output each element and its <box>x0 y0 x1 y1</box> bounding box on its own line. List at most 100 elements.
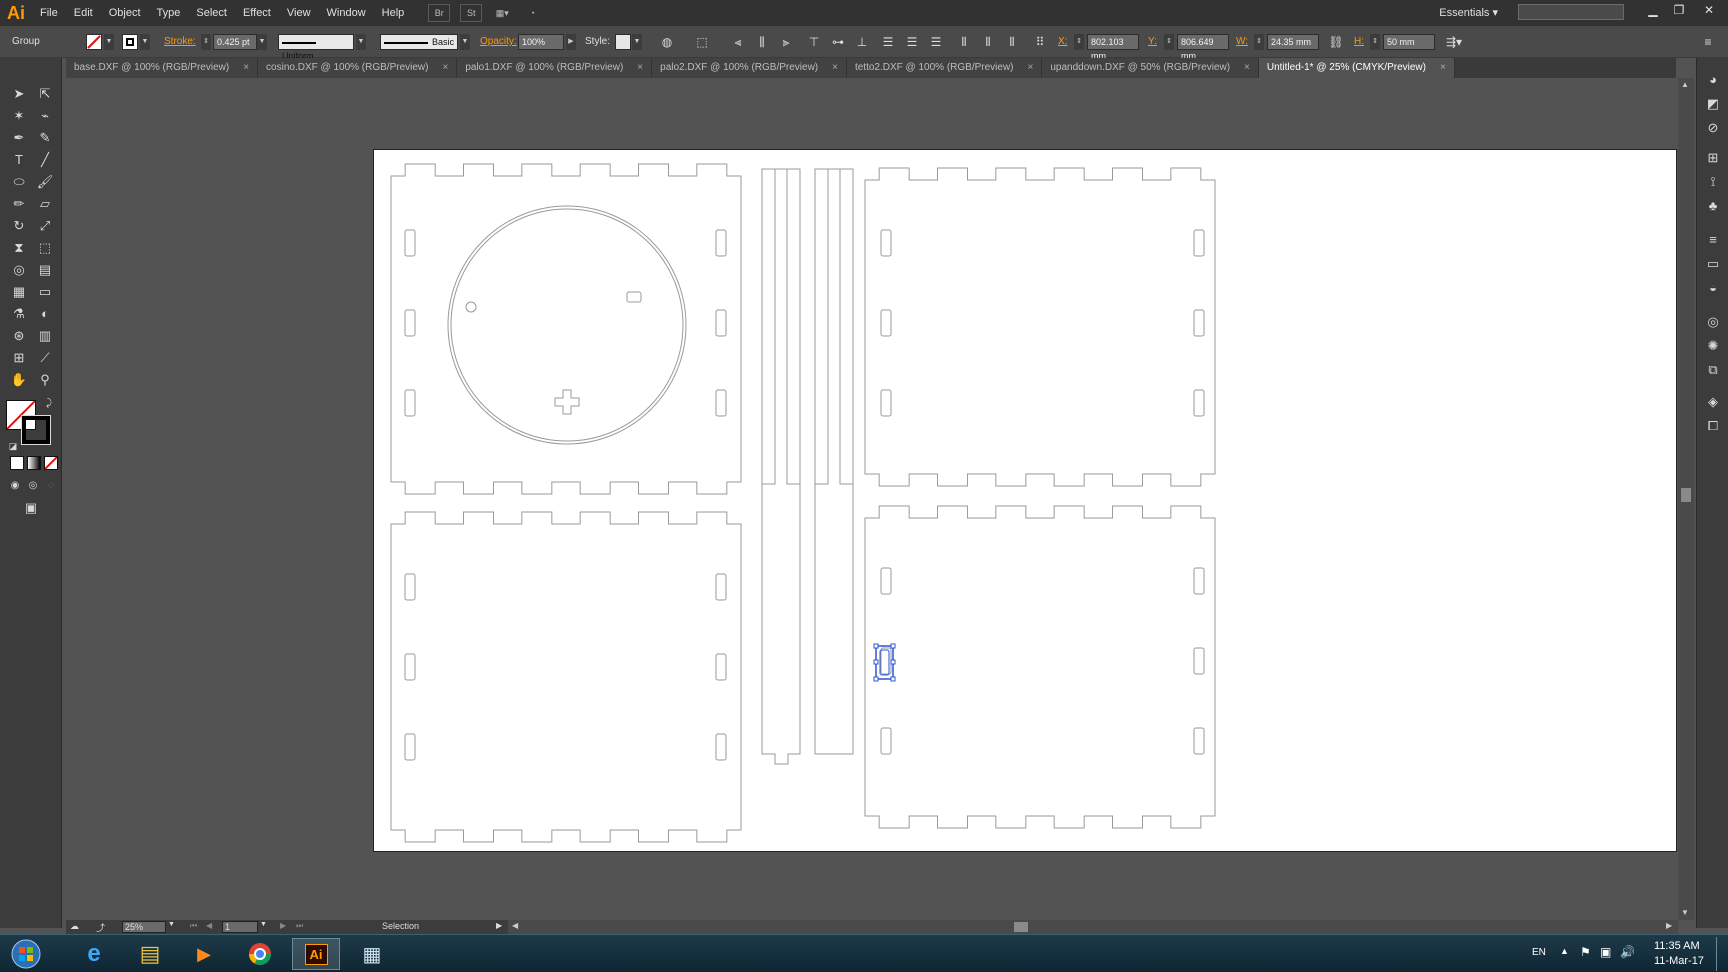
brushes-panel-icon[interactable]: ⟟ <box>1703 172 1723 192</box>
strip-5[interactable] <box>761 168 801 765</box>
style-dropdown[interactable]: ▼ <box>632 34 642 50</box>
rotate-tool-icon[interactable]: ↻ <box>8 216 30 236</box>
align-to-icon[interactable]: ⬚ <box>694 34 710 50</box>
graphic-style-swatch[interactable] <box>615 34 631 50</box>
artboard-dropdown[interactable]: ▼ <box>260 921 267 928</box>
graphic-styles-panel-icon[interactable]: ✺ <box>1703 336 1723 356</box>
panel-top-right[interactable] <box>864 167 1216 487</box>
zoom-dropdown[interactable]: ▼ <box>168 921 175 928</box>
none-mode-icon[interactable] <box>44 456 58 470</box>
w-label[interactable]: W: <box>1236 26 1248 58</box>
menu-select[interactable]: Select <box>188 0 235 26</box>
scroll-left-icon[interactable]: ◀ <box>512 921 518 930</box>
scroll-up-icon[interactable]: ▲ <box>1681 80 1689 89</box>
tab-close-icon[interactable]: × <box>1244 58 1250 78</box>
tab-close-icon[interactable]: × <box>1440 58 1446 78</box>
selection-handle[interactable] <box>873 643 879 649</box>
menu-edit[interactable]: Edit <box>66 0 101 26</box>
swatches-panel-icon[interactable]: ⊞ <box>1703 148 1723 168</box>
color-panel-icon[interactable]: ◕ <box>1703 70 1723 90</box>
stroke-weight-field[interactable]: 0.425 pt <box>213 34 257 50</box>
show-hidden-icons-icon[interactable]: ▲ <box>1560 946 1569 956</box>
stroke-color-box[interactable] <box>21 415 51 445</box>
tab-palo1[interactable]: palo1.DXF @ 100% (RGB/Preview) × <box>457 58 653 78</box>
curvature-tool-icon[interactable]: ✎ <box>34 128 56 148</box>
x-stepper[interactable]: ⇕ <box>1074 34 1084 50</box>
slice-tool-icon[interactable]: ⟋ <box>34 348 56 368</box>
tab-base[interactable]: base.DXF @ 100% (RGB/Preview) × <box>66 58 259 78</box>
align-middle-icon[interactable]: ⊶ <box>830 34 846 50</box>
first-artboard-icon[interactable]: ⏮ <box>190 921 197 931</box>
artboard-tool-icon[interactable]: ⊞ <box>8 348 30 368</box>
fill-swatch[interactable] <box>86 34 102 50</box>
distribute-top-icon[interactable]: ☰ <box>880 34 896 50</box>
y-field[interactable]: 806.649 mm <box>1177 34 1229 61</box>
hand-tool-icon[interactable]: ✋ <box>8 370 30 390</box>
default-colors-icon[interactable]: ◪ <box>2 436 24 456</box>
tab-close-icon[interactable]: × <box>637 58 643 78</box>
workspace-switcher[interactable]: Essentials ▾ <box>1439 0 1498 26</box>
stroke-label[interactable]: Stroke: <box>164 26 196 58</box>
selection-handle[interactable] <box>890 659 896 665</box>
cloud-sync-icon[interactable]: ☁ <box>70 921 79 932</box>
opacity-slider-toggle[interactable]: ▶ <box>566 34 576 50</box>
next-artboard-icon[interactable]: ▶ <box>280 921 286 930</box>
clock-date[interactable]: 11-Mar-17 <box>1654 955 1704 967</box>
type-tool-icon[interactable]: T <box>8 150 30 170</box>
free-transform-tool-icon[interactable]: ⬚ <box>34 238 56 258</box>
selection-tool-icon[interactable]: ➤ <box>8 84 30 104</box>
tab-close-icon[interactable]: × <box>442 58 448 78</box>
transparency-panel-icon[interactable]: ◒ <box>1703 278 1723 298</box>
panel-top-left[interactable] <box>390 163 742 495</box>
x-field[interactable]: 802.103 mm <box>1087 34 1139 61</box>
x-label[interactable]: X: <box>1058 26 1067 58</box>
close-icon[interactable]: ✕ <box>1696 0 1722 20</box>
menu-effect[interactable]: Effect <box>235 0 279 26</box>
profile-dropdown[interactable]: ▼ <box>356 34 366 50</box>
shape-builder-tool-icon[interactable]: ◎ <box>8 260 30 280</box>
swap-colors-icon[interactable]: ⤸ <box>38 394 60 414</box>
horizontal-scroll-thumb[interactable] <box>1014 922 1028 932</box>
status-menu-icon[interactable]: ▶ <box>496 921 502 930</box>
arrange-documents-icon[interactable]: ▦▾ <box>492 5 512 21</box>
line-tool-icon[interactable]: ╱ <box>34 150 56 170</box>
tab-cosino[interactable]: cosino.DXF @ 100% (RGB/Preview) × <box>258 58 458 78</box>
eraser-tool-icon[interactable]: ▱ <box>34 194 56 214</box>
paintbrush-tool-icon[interactable]: 🖌 <box>34 172 56 192</box>
volume-icon[interactable]: 🔊 <box>1620 945 1635 959</box>
brush-dropdown[interactable]: ▼ <box>460 34 470 50</box>
transform-options-icon[interactable]: ⇶▾ <box>1446 34 1462 50</box>
show-desktop-button[interactable] <box>1716 937 1727 971</box>
scroll-right-icon[interactable]: ▶ <box>1666 921 1672 930</box>
recolor-artwork-icon[interactable]: ◍ <box>659 34 675 50</box>
y-stepper[interactable]: ⇕ <box>1164 34 1174 50</box>
distribute-left-icon[interactable]: ⫴ <box>956 34 972 50</box>
stock-icon[interactable]: St <box>460 4 483 22</box>
eyedropper-tool-icon[interactable]: ⚗ <box>8 304 30 324</box>
stroke-dropdown[interactable]: ▼ <box>140 34 150 50</box>
tab-close-icon[interactable]: × <box>243 58 249 78</box>
gradient-panel-icon[interactable]: ▭ <box>1703 254 1723 274</box>
tab-close-icon[interactable]: × <box>1028 58 1034 78</box>
fill-dropdown[interactable]: ▼ <box>104 34 114 50</box>
stroke-panel-icon[interactable]: ≡ <box>1703 230 1723 250</box>
distribute-center-icon[interactable]: ⫴ <box>980 34 996 50</box>
cc-libraries-panel-icon[interactable]: ⊘ <box>1703 118 1723 138</box>
reference-point-icon[interactable]: ⠿ <box>1032 34 1048 50</box>
start-button[interactable] <box>2 938 50 970</box>
align-left-icon[interactable]: ⫷ <box>730 34 746 50</box>
search-input[interactable] <box>1518 4 1624 20</box>
internet-explorer-icon[interactable]: e <box>70 938 118 970</box>
h-label[interactable]: H: <box>1354 26 1364 58</box>
bridge-icon[interactable]: Br <box>428 4 451 22</box>
panel-bottom-right[interactable] <box>864 505 1216 829</box>
magic-wand-tool-icon[interactable]: ✶ <box>8 106 30 126</box>
tab-untitled-1[interactable]: Untitled-1* @ 25% (CMYK/Preview) × <box>1258 58 1455 78</box>
blend-tool-icon[interactable]: ◐ <box>34 304 56 324</box>
width-tool-icon[interactable]: ⧗ <box>8 238 30 258</box>
screen-mode-icon[interactable]: ▣ <box>20 498 42 518</box>
strip-3[interactable] <box>814 168 829 485</box>
distribute-bottom-icon[interactable]: ☰ <box>928 34 944 50</box>
chrome-icon[interactable] <box>236 938 284 970</box>
y-label[interactable]: Y: <box>1148 26 1157 58</box>
